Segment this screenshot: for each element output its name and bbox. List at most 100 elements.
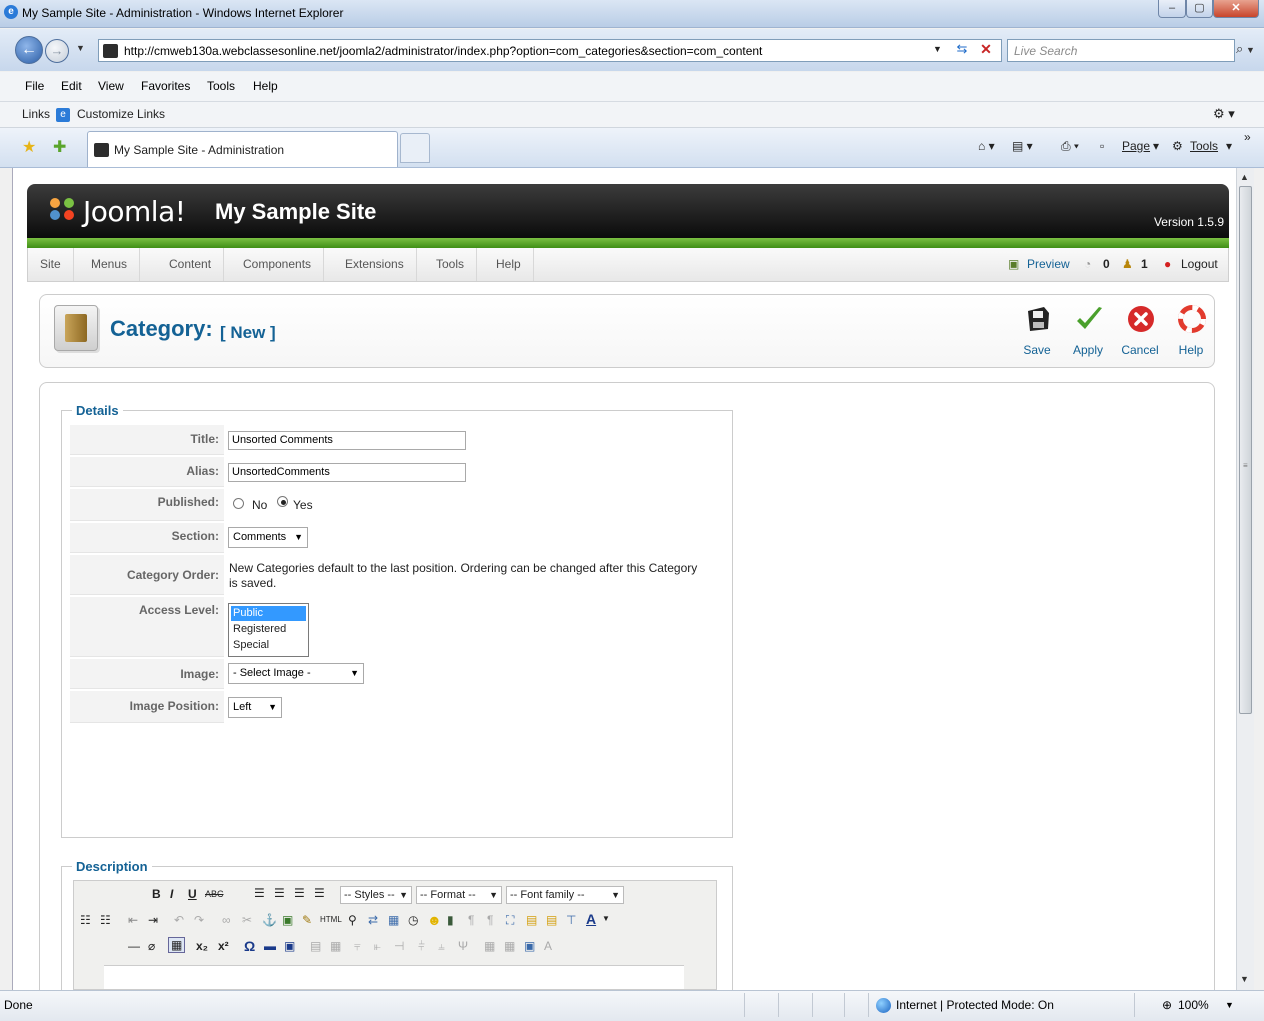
chevron-down-icon[interactable]: ▼ xyxy=(602,914,610,923)
insert-date-icon[interactable]: ▦ xyxy=(388,913,399,927)
bullet-list-icon[interactable]: ☷ xyxy=(80,913,91,927)
ltr-icon[interactable]: ¶ xyxy=(468,913,474,927)
edit-icon[interactable]: ▣ xyxy=(284,939,295,953)
image-select[interactable]: - Select Image - ▼ xyxy=(228,663,364,684)
fullscreen-icon[interactable]: ⛶ xyxy=(506,913,514,928)
advanced-hr-icon[interactable]: ▬ xyxy=(264,939,276,953)
users-icon[interactable]: ♟ xyxy=(1122,257,1133,271)
editor-content-area[interactable] xyxy=(104,965,684,989)
access-option-special[interactable]: Special xyxy=(231,638,306,653)
layer-back-icon[interactable]: ▤ xyxy=(546,913,557,927)
table-row-props-icon[interactable]: ▤ xyxy=(310,939,321,953)
indent-icon[interactable]: ⇥ xyxy=(148,913,158,927)
insert-row-icon[interactable]: ⫧ xyxy=(354,939,361,954)
media-icon[interactable]: ▮ xyxy=(447,913,454,927)
users-count[interactable]: 1 xyxy=(1141,257,1148,271)
anchor-icon[interactable]: ⚓ xyxy=(262,913,277,927)
merge-cells-icon[interactable]: ⫨ xyxy=(438,939,445,954)
tools-menu[interactable]: Tools xyxy=(1190,139,1218,153)
unlink-icon[interactable]: ✂ xyxy=(242,913,252,927)
stop-icon[interactable]: ✕ xyxy=(975,41,997,60)
add-favorite-icon[interactable]: ✚ xyxy=(53,137,66,157)
feeds-icon[interactable]: ▤ ▾ xyxy=(1012,139,1033,153)
delete-row-icon[interactable]: ⊣ xyxy=(394,939,404,953)
menu-view[interactable]: View xyxy=(98,79,124,93)
menu-edit[interactable]: Edit xyxy=(61,79,82,93)
help-button[interactable]: Help xyxy=(1166,303,1216,363)
horizontal-rule-icon[interactable]: — xyxy=(128,939,140,953)
close-window-button[interactable]: ✕ xyxy=(1213,0,1259,18)
insert-col-icon[interactable]: ⫦ xyxy=(374,939,381,954)
admin-menu-content[interactable]: Content xyxy=(157,248,225,281)
template-icon[interactable]: ▣ xyxy=(524,939,535,953)
superscript-icon[interactable]: x² xyxy=(218,939,229,953)
link-icon[interactable]: ∞ xyxy=(222,913,231,927)
strikethrough-icon[interactable]: ABC xyxy=(205,889,224,899)
split-cells-icon[interactable]: ⫩ xyxy=(418,939,425,954)
tools-gear-icon[interactable]: ⚙ xyxy=(1172,139,1183,153)
vertical-scrollbar[interactable]: ▲ ≡ ▼ xyxy=(1236,168,1254,990)
numbered-list-icon[interactable]: ☷ xyxy=(100,913,111,927)
replace-icon[interactable]: ⇄ xyxy=(368,913,378,927)
admin-menu-menus[interactable]: Menus xyxy=(79,248,141,281)
insert-time-icon[interactable]: ◷ xyxy=(408,913,418,927)
find-icon[interactable]: ⚲ xyxy=(348,913,357,927)
apply-button[interactable]: Apply xyxy=(1063,303,1113,363)
scroll-up-icon[interactable]: ▲ xyxy=(1240,172,1249,182)
format-select[interactable]: -- Format -- ▼ xyxy=(416,886,502,904)
menu-help[interactable]: Help xyxy=(253,79,278,93)
bold-icon[interactable]: B xyxy=(152,887,161,901)
search-icon[interactable]: ⌕ xyxy=(1236,41,1243,57)
special-char-icon[interactable]: Ω xyxy=(244,938,255,954)
font-family-select[interactable]: -- Font family -- ▼ xyxy=(506,886,624,904)
admin-menu-help[interactable]: Help xyxy=(484,248,534,281)
messages-count[interactable]: 0 xyxy=(1103,257,1110,271)
redo-icon[interactable]: ↷ xyxy=(194,913,204,927)
page-menu-dropdown-icon[interactable]: ▾ xyxy=(1153,139,1159,153)
cleanup-icon[interactable]: ✎ xyxy=(302,913,312,927)
new-tab-button[interactable] xyxy=(400,133,430,163)
html-icon[interactable]: HTML xyxy=(320,915,342,924)
text-color-icon[interactable]: A xyxy=(586,911,596,927)
recent-pages-dropdown-icon[interactable]: ▼ xyxy=(76,43,85,53)
search-box[interactable]: Live Search xyxy=(1007,39,1235,62)
published-yes-radio[interactable] xyxy=(277,496,288,507)
customize-links[interactable]: Customize Links xyxy=(77,107,165,121)
align-justify-icon[interactable]: ☰ xyxy=(314,886,325,900)
print-icon[interactable]: ⎙ ▾ xyxy=(1061,139,1079,154)
logout-icon[interactable]: ● xyxy=(1164,257,1171,271)
section-select[interactable]: Comments ▼ xyxy=(228,527,308,548)
page-menu-icon[interactable]: ▫ xyxy=(1100,139,1104,153)
align-right-icon[interactable]: ☰ xyxy=(294,886,305,900)
address-url[interactable]: http://cmweb130a.webclassesonline.net/jo… xyxy=(124,44,762,58)
layer-icon[interactable]: ▤ xyxy=(526,913,537,927)
title-input[interactable]: Unsorted Comments xyxy=(228,431,466,450)
refresh-icon[interactable]: ⇆ xyxy=(951,41,973,60)
insert-table-icon[interactable]: ▦ xyxy=(484,939,495,953)
preview-icon[interactable]: ▣ xyxy=(1008,257,1019,271)
emotions-icon[interactable]: ☻ xyxy=(427,912,442,928)
messages-icon[interactable]: ◔ xyxy=(1084,257,1091,271)
zoom-level[interactable]: 100% xyxy=(1178,998,1209,1012)
table-del-icon[interactable]: ▦ xyxy=(504,939,515,953)
preview-link[interactable]: Preview xyxy=(1027,257,1070,271)
maximize-button[interactable]: ▢ xyxy=(1186,0,1213,18)
italic-icon[interactable]: I xyxy=(170,887,173,901)
save-button[interactable]: Save xyxy=(1012,303,1062,363)
outdent-icon[interactable]: ⇤ xyxy=(128,913,138,927)
zoom-dropdown-icon[interactable]: ▼ xyxy=(1225,1000,1234,1010)
styleprops-icon[interactable]: A xyxy=(544,939,552,953)
home-icon[interactable]: ⌂ ▾ xyxy=(978,139,995,153)
menu-tools[interactable]: Tools xyxy=(207,79,235,93)
translate-icon[interactable]: ⚙ ▾ xyxy=(1213,106,1235,122)
favorites-star-icon[interactable]: ★ xyxy=(22,137,36,157)
security-zone[interactable]: Internet | Protected Mode: On xyxy=(896,998,1054,1012)
remove-format-icon[interactable]: ⌀ xyxy=(148,939,155,953)
tools-menu-dropdown-icon[interactable]: ▾ xyxy=(1226,139,1232,153)
table-props-icon[interactable]: Ψ xyxy=(458,939,468,953)
zoom-icon[interactable]: ⊕ xyxy=(1162,998,1172,1012)
access-option-registered[interactable]: Registered xyxy=(231,622,306,637)
minimize-button[interactable]: – xyxy=(1158,0,1186,18)
scroll-down-icon[interactable]: ▼ xyxy=(1240,974,1249,984)
alias-input[interactable]: UnsortedComments xyxy=(228,463,466,482)
